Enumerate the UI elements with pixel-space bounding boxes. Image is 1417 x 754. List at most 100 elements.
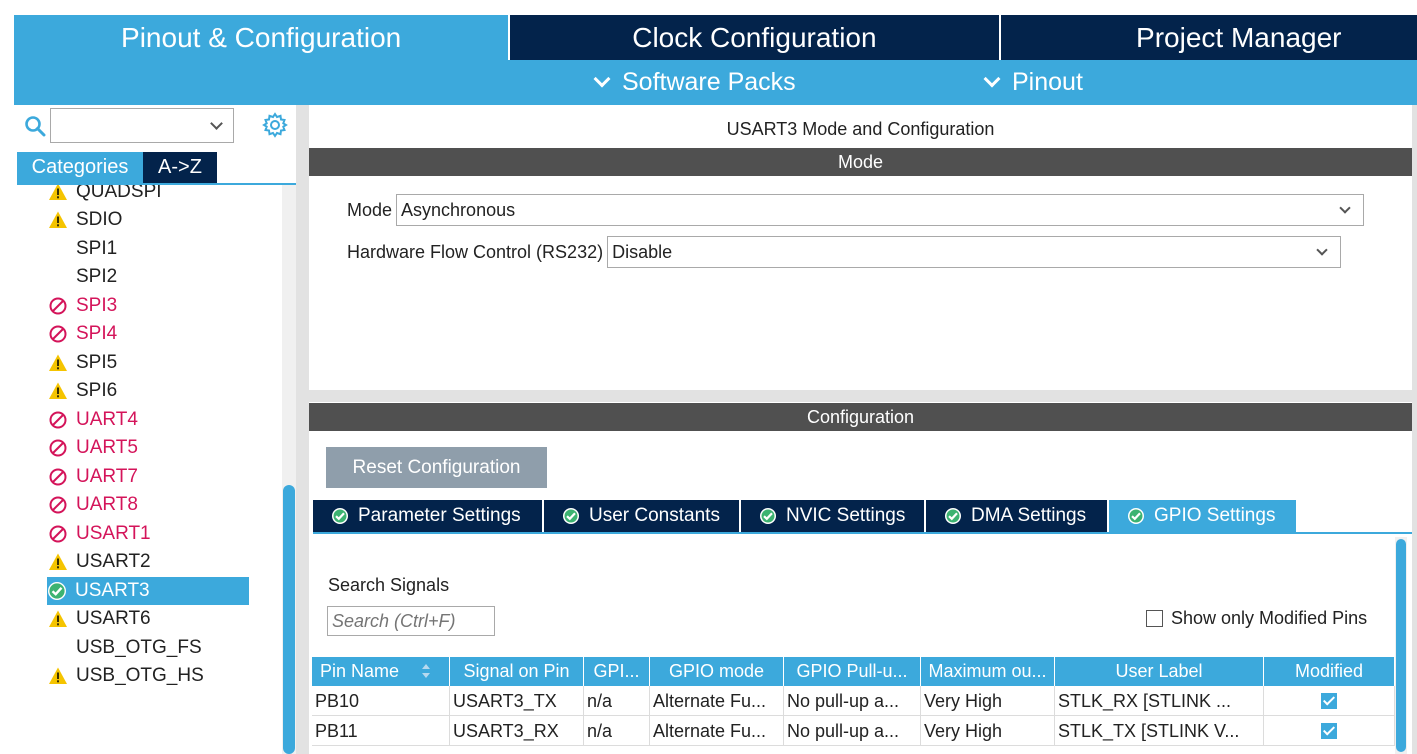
tree-item-spi1[interactable]: SPI1 <box>48 235 248 263</box>
column-header-6[interactable]: User Label <box>1055 657 1264 686</box>
tree-item-label: SPI3 <box>76 295 118 316</box>
tree-item-quadspi[interactable]: QUADSPI <box>48 185 248 206</box>
column-header-label: GPI... <box>593 661 640 681</box>
modified-cell <box>1264 716 1395 746</box>
disabled-icon <box>49 468 67 486</box>
table-cell: STLK_RX [STLINK ... <box>1055 686 1264 716</box>
column-header-3[interactable]: GPIO mode <box>650 657 784 686</box>
main-tabs: Pinout & Configuration Clock Configurati… <box>14 15 1417 60</box>
modified-check-icon <box>1321 723 1337 739</box>
warning-icon <box>49 667 67 684</box>
check-circle-icon <box>332 508 348 524</box>
disabled-icon <box>49 496 67 514</box>
column-header-5[interactable]: Maximum ou... <box>921 657 1055 686</box>
table-cell: USART3_TX <box>450 686 584 716</box>
left-scrollbar-thumb[interactable] <box>283 485 295 754</box>
tree-item-uart7[interactable]: UART7 <box>48 463 248 491</box>
column-header-1[interactable]: Signal on Pin <box>450 657 584 686</box>
flow-control-select[interactable]: Disable <box>607 236 1342 268</box>
panel-splitter[interactable] <box>296 105 309 754</box>
tree-item-usb_otg_fs[interactable]: USB_OTG_FS <box>48 634 248 662</box>
tab-label: User Constants <box>589 505 720 526</box>
mode-select[interactable]: Asynchronous <box>396 194 1365 226</box>
column-header-0[interactable]: Pin Name <box>312 657 450 686</box>
tab-clock-configuration[interactable]: Clock Configuration <box>510 15 999 60</box>
right-panel: USART3 Mode and Configuration Mode Mode … <box>309 105 1412 754</box>
tree-item-usb_otg_hs[interactable]: USB_OTG_HS <box>48 662 248 690</box>
tab-nvic-settings[interactable]: NVIC Settings <box>741 500 924 532</box>
flow-control-select-value: Disable <box>612 241 673 262</box>
table-cell: Alternate Fu... <box>650 716 784 746</box>
pinout-label: Pinout <box>1012 68 1083 96</box>
tab-parameter-settings[interactable]: Parameter Settings <box>313 500 542 532</box>
tree-item-spi3[interactable]: SPI3 <box>48 292 248 320</box>
column-header-2[interactable]: GPI... <box>584 657 650 686</box>
tab-label: Parameter Settings <box>358 505 521 526</box>
tree-item-label: USART2 <box>76 551 151 572</box>
tree-item-usart6[interactable]: USART6 <box>48 605 248 633</box>
table-cell: n/a <box>584 716 650 746</box>
check-circle-icon <box>945 508 961 524</box>
tree-item-spi2[interactable]: SPI2 <box>48 263 248 291</box>
tree-item-label: SPI1 <box>76 238 118 259</box>
config-scrollbar-thumb[interactable] <box>1396 539 1406 752</box>
table-cell: Very High <box>921 716 1055 746</box>
configuration-tabs: Parameter Settings User Constants NVIC Set… <box>313 500 1298 532</box>
gear-icon[interactable] <box>262 112 288 138</box>
component-search-combo[interactable] <box>50 108 234 143</box>
tree-item-uart8[interactable]: UART8 <box>48 491 248 519</box>
tree-item-spi6[interactable]: SPI6 <box>48 377 248 405</box>
search-signals-input[interactable] <box>327 606 495 636</box>
tree-item-usart2[interactable]: USART2 <box>48 548 248 576</box>
window-edge-scrollbar[interactable] <box>1412 105 1417 754</box>
tree-item-label: USART1 <box>76 523 151 544</box>
tree-item-uart5[interactable]: UART5 <box>48 434 248 462</box>
sub-menu-bar: Software Packs Pinout <box>14 60 1417 105</box>
gpio-table: Pin Name Signal on Pin GPI... GPIO mode GPIO… <box>312 657 1395 746</box>
table-cell: No pull-up a... <box>784 716 921 746</box>
tree-item-spi5[interactable]: SPI5 <box>48 349 248 377</box>
tree-item-usart3[interactable]: USART3 <box>47 577 249 605</box>
tree-item-label: SPI2 <box>76 266 118 287</box>
flow-control-row: Hardware Flow Control (RS232) Disable <box>347 236 1342 268</box>
gpio-table-header: Pin Name Signal on Pin GPI... GPIO mode GPIO… <box>312 657 1395 686</box>
column-header-label: Pin Name <box>320 661 400 681</box>
tree-item-spi4[interactable]: SPI4 <box>48 320 248 348</box>
software-packs-menu[interactable]: Software Packs <box>593 60 796 105</box>
section-splitter[interactable] <box>309 390 1412 402</box>
tree-item-sdio[interactable]: SDIO <box>48 206 248 234</box>
show-only-modified-toggle[interactable]: Show only Modified Pins <box>1146 608 1367 629</box>
tab-categories[interactable]: Categories <box>17 152 143 183</box>
table-row[interactable]: PB10 USART3_TX n/a Alternate Fu... No pull-u… <box>312 686 1395 716</box>
show-only-modified-checkbox[interactable] <box>1146 610 1163 627</box>
configuration-section-header: Configuration <box>309 403 1412 431</box>
column-header-4[interactable]: GPIO Pull-u... <box>784 657 921 686</box>
table-cell: n/a <box>584 686 650 716</box>
tree-item-usart1[interactable]: USART1 <box>48 520 248 548</box>
tab-a-to-z[interactable]: A->Z <box>143 152 217 183</box>
tab-pinout-configuration[interactable]: Pinout & Configuration <box>14 15 509 60</box>
chevron-down-icon <box>593 70 611 87</box>
tab-user-constants[interactable]: User Constants <box>544 500 739 532</box>
tab-project-manager[interactable]: Project Manager <box>1000 15 1417 60</box>
column-header-label: GPIO mode <box>668 661 765 681</box>
pinout-menu[interactable]: Pinout <box>983 60 1083 105</box>
tree-item-uart4[interactable]: UART4 <box>48 406 248 434</box>
tab-gpio-settings[interactable]: GPIO Settings <box>1109 500 1296 532</box>
tab-dma-settings[interactable]: DMA Settings <box>926 500 1107 532</box>
column-header-label: Signal on Pin <box>463 661 570 681</box>
search-icon[interactable] <box>24 115 46 137</box>
warning-icon <box>49 553 67 570</box>
tab-label: GPIO Settings <box>1154 505 1276 526</box>
tree-item-label: QUADSPI <box>76 185 162 202</box>
tree-item-label: SDIO <box>76 209 123 230</box>
tree-item-label: USB_OTG_FS <box>76 637 202 658</box>
tree-item-label: UART4 <box>76 409 138 430</box>
table-row[interactable]: PB11 USART3_RX n/a Alternate Fu... No pull-u… <box>312 716 1395 746</box>
sort-icon[interactable] <box>421 663 431 679</box>
reset-configuration-button[interactable]: Reset Configuration <box>326 447 547 488</box>
column-header-7[interactable]: Modified <box>1264 657 1395 686</box>
left-scrollbar[interactable] <box>282 185 296 754</box>
category-tabs: Categories A->Z <box>17 152 217 183</box>
config-scrollbar[interactable] <box>1395 537 1407 754</box>
